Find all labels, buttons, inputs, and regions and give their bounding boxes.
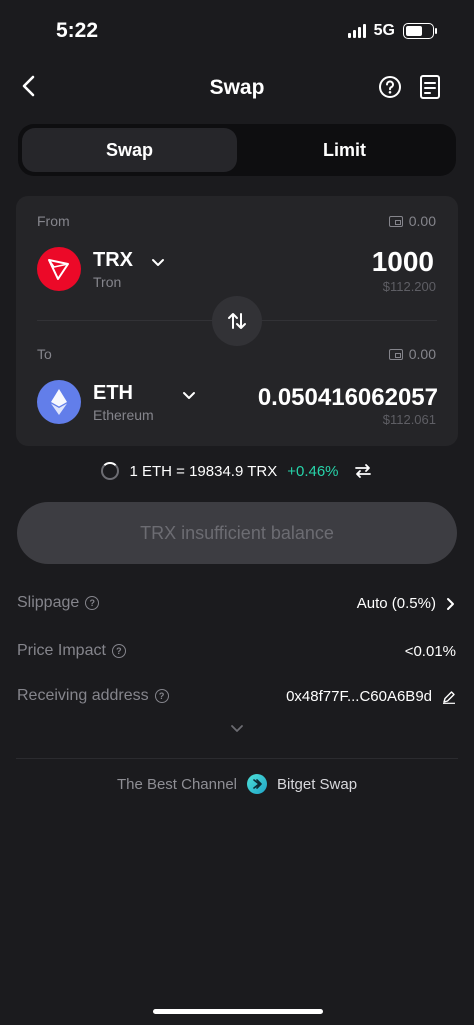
price-impact-label: Price Impact xyxy=(17,642,106,659)
receiving-address[interactable]: 0x48f77F...C60A6B9d xyxy=(286,688,456,705)
chevron-down-icon xyxy=(231,725,243,732)
exchange-rate: 1 ETH = 19834.9 TRX +0.46% xyxy=(0,462,474,480)
tron-icon xyxy=(37,247,81,291)
from-balance: 0.00 xyxy=(388,213,436,229)
help-button[interactable] xyxy=(378,75,402,104)
invert-rate-icon[interactable] xyxy=(353,462,373,480)
from-amount-input[interactable]: 1000 xyxy=(372,246,434,278)
slippage-label: Slippage xyxy=(17,594,80,611)
chevron-down-icon xyxy=(182,391,195,399)
to-token-name: Ethereum xyxy=(93,406,154,423)
signal-icon xyxy=(347,24,366,38)
from-token-name: Tron xyxy=(93,273,122,290)
rate-change: +0.46% xyxy=(287,462,339,480)
receiving-address-label: Receiving address xyxy=(17,687,149,704)
from-balance-value: 0.00 xyxy=(408,213,436,229)
bitget-logo-icon xyxy=(247,774,268,794)
channel-brand: Bitget Swap xyxy=(277,775,358,793)
battery-fill xyxy=(406,26,422,36)
ethereum-icon xyxy=(37,380,81,424)
from-token-selector[interactable]: TRX Tron xyxy=(37,247,165,291)
expand-details-button[interactable] xyxy=(230,720,244,738)
history-button[interactable] xyxy=(419,74,441,105)
swap-arrows-icon xyxy=(228,313,246,329)
channel-label: The Best Channel xyxy=(116,775,238,793)
to-fiat-value: $112.061 xyxy=(382,412,436,427)
document-icon xyxy=(420,75,440,99)
switch-tokens-button[interactable] xyxy=(212,296,262,346)
slippage-value: Auto (0.5%) xyxy=(356,595,436,612)
home-indicator xyxy=(153,1009,323,1014)
tab-limit[interactable]: Limit xyxy=(237,128,452,172)
battery-icon xyxy=(403,23,437,39)
to-token-selector[interactable]: ETH Ethereum xyxy=(37,380,196,424)
question-icon[interactable]: ? xyxy=(85,596,100,610)
footer-divider xyxy=(16,758,458,759)
to-token-symbol: ETH xyxy=(93,381,133,404)
to-balance-value: 0.00 xyxy=(408,346,436,362)
receiving-address-label-row: Receiving address ? xyxy=(17,687,169,705)
price-impact-value: <0.01% xyxy=(404,643,456,660)
chevron-right-icon xyxy=(447,597,454,610)
chevron-down-icon xyxy=(152,258,164,266)
wallet-icon xyxy=(388,348,403,360)
refresh-spinner-icon xyxy=(101,462,120,480)
question-circle-icon xyxy=(379,76,401,98)
channel-info: The Best Channel Bitget Swap xyxy=(0,774,474,794)
from-token-symbol: TRX xyxy=(93,248,133,271)
edit-pencil-icon xyxy=(443,690,455,704)
mode-tabs: Swap Limit xyxy=(18,124,456,176)
page-title: Swap xyxy=(209,76,265,99)
receiving-address-value: 0x48f77F...C60A6B9d xyxy=(286,688,432,705)
rate-text: 1 ETH = 19834.9 TRX xyxy=(129,462,278,480)
status-time: 5:22 xyxy=(56,19,99,42)
question-icon[interactable]: ? xyxy=(111,644,126,658)
question-icon[interactable]: ? xyxy=(154,689,169,703)
to-amount-output: 0.050416062057 xyxy=(257,384,438,411)
wallet-icon xyxy=(388,215,403,227)
to-balance: 0.00 xyxy=(388,346,436,362)
tab-swap[interactable]: Swap xyxy=(22,128,237,172)
to-label: To xyxy=(37,346,52,362)
slippage-label-row: Slippage ? xyxy=(17,594,100,612)
slippage-setting[interactable]: Auto (0.5%) xyxy=(357,595,456,612)
from-label: From xyxy=(37,213,70,229)
network-type: 5G xyxy=(373,22,395,39)
status-indicators: 5G xyxy=(347,22,437,40)
from-fiat-value: $112.200 xyxy=(382,279,436,294)
insufficient-balance-button[interactable]: TRX insufficient balance xyxy=(17,502,457,564)
price-impact-label-row: Price Impact ? xyxy=(17,642,126,660)
